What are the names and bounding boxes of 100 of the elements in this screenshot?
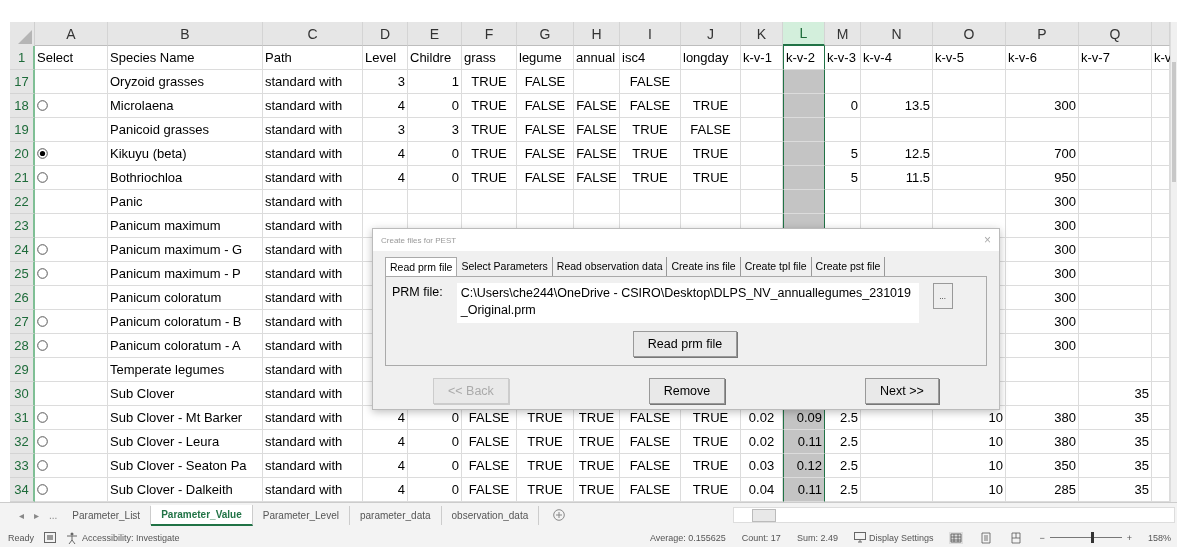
column-header[interactable]: H [574,22,620,46]
row-number: 23 [10,214,35,238]
table-cell: Sub Clover [108,382,263,406]
table-cell: FALSE [620,70,681,94]
selected-cell [783,190,825,214]
file-path-field[interactable]: C:\Users\che244\OneDrive - CSIRO\Desktop\DLPS_NV_annuallegumes_231019_Original.prm [456,283,919,323]
radio-button[interactable] [37,436,48,447]
column-header[interactable]: L [783,22,825,46]
radio-button[interactable] [37,340,48,351]
accessibility-icon[interactable] [66,531,78,544]
column-header[interactable]: C [263,22,363,46]
zoom-out-button[interactable]: − [1039,532,1045,543]
radio-button[interactable] [37,268,48,279]
column-header[interactable]: A [35,22,108,46]
sheet-tab[interactable]: Parameter_Level [252,505,350,525]
column-header[interactable]: Q [1079,22,1152,46]
column-header[interactable]: G [517,22,574,46]
column-header[interactable]: D [363,22,408,46]
select-all-icon[interactable] [18,30,32,44]
table-cell: 5 [825,142,861,166]
column-header[interactable]: F [462,22,517,46]
table-cell: 300 [1006,94,1079,118]
sheet-tab[interactable]: parameter_data [349,505,442,525]
table-cell: standard with [263,70,363,94]
header-cell: Species Name [108,46,263,70]
column-header[interactable]: B [108,22,263,46]
table-cell: TRUE [462,166,517,190]
count-value: Count: 17 [741,532,781,543]
column-header[interactable]: N [861,22,933,46]
header-cell: legume [517,46,574,70]
wizard-button[interactable]: Remove [648,378,726,404]
table-cell: 11.5 [861,166,933,190]
horizontal-scrollbar[interactable] [733,507,1175,523]
sheet-tab[interactable]: Parameter_Value [151,504,253,526]
table-cell: standard with [263,454,363,478]
radio-button[interactable] [37,100,48,111]
table-cell: 2.5 [825,454,861,478]
table-cell: 0 [408,94,462,118]
table-cell: TRUE [462,94,517,118]
browse-button[interactable]: ... [932,283,953,309]
table-cell: 300 [1006,238,1079,262]
radio-button[interactable] [37,412,48,423]
zoom-percent[interactable]: 158% [1147,532,1171,543]
selected-cell [783,94,825,118]
display-settings-button[interactable]: Display Settings [868,532,934,543]
radio-button[interactable] [37,316,48,327]
table-cell: 35 [1079,382,1152,406]
table-cell: standard with [263,190,363,214]
page-layout-icon[interactable] [979,531,994,544]
table-cell: 300 [1006,190,1079,214]
radio-button[interactable] [37,484,48,495]
column-header[interactable]: P [1006,22,1079,46]
table-cell: FALSE [462,454,517,478]
column-header[interactable]: I [620,22,681,46]
table-cell: Microlaena [108,94,263,118]
table-cell: FALSE [620,94,681,118]
wizard-button[interactable]: Next >> [865,378,939,404]
header-cell: k-v-4 [861,46,933,70]
table-cell: FALSE [517,94,574,118]
radio-button[interactable] [37,244,48,255]
monitor-icon[interactable] [853,532,866,543]
dialog-tab[interactable]: Read prm file [385,257,458,276]
table-cell: 300 [1006,262,1079,286]
vertical-scrollbar[interactable] [1170,22,1177,502]
add-sheet-icon[interactable] [553,509,566,521]
average-value: Average: 0.155625 [649,532,726,543]
radio-button[interactable] [37,172,48,183]
macro-icon[interactable] [44,532,56,543]
radio-button[interactable] [37,460,48,471]
read-file-button[interactable]: Read prm file [632,331,738,357]
table-cell: Kikuyu (beta) [108,142,263,166]
table-cell: 4 [363,166,408,190]
row-number: 28 [10,334,35,358]
table-cell: 0 [408,454,462,478]
column-header[interactable]: J [681,22,741,46]
empty-cell [861,430,933,454]
table-cell: standard with [263,142,363,166]
column-header[interactable]: M [825,22,861,46]
table-cell: FALSE [517,142,574,166]
table-cell: Panic [108,190,263,214]
table-cell: TRUE [681,454,741,478]
table-cell: standard with [263,238,363,262]
column-header[interactable]: O [933,22,1006,46]
selected-cell [783,166,825,190]
zoom-in-button[interactable]: + [1126,532,1132,543]
radio-button[interactable] [37,148,48,159]
dialog-title: Create files for PEST [381,235,457,245]
status-text: Ready [8,532,34,543]
table-cell: FALSE [574,142,620,166]
table-cell: 700 [1006,142,1079,166]
table-cell: FALSE [517,70,574,94]
accessibility-status[interactable]: Accessibility: Investigate [82,532,180,543]
column-header[interactable]: E [408,22,462,46]
normal-view-icon[interactable] [949,531,964,544]
page-break-icon[interactable] [1009,531,1024,544]
row-number: 22 [10,190,35,214]
table-cell: standard with [263,286,363,310]
sheet-tab[interactable]: observation_data [441,505,540,525]
row-number: 21 [10,166,35,190]
table-cell: Panicum coloratum - A [108,334,263,358]
